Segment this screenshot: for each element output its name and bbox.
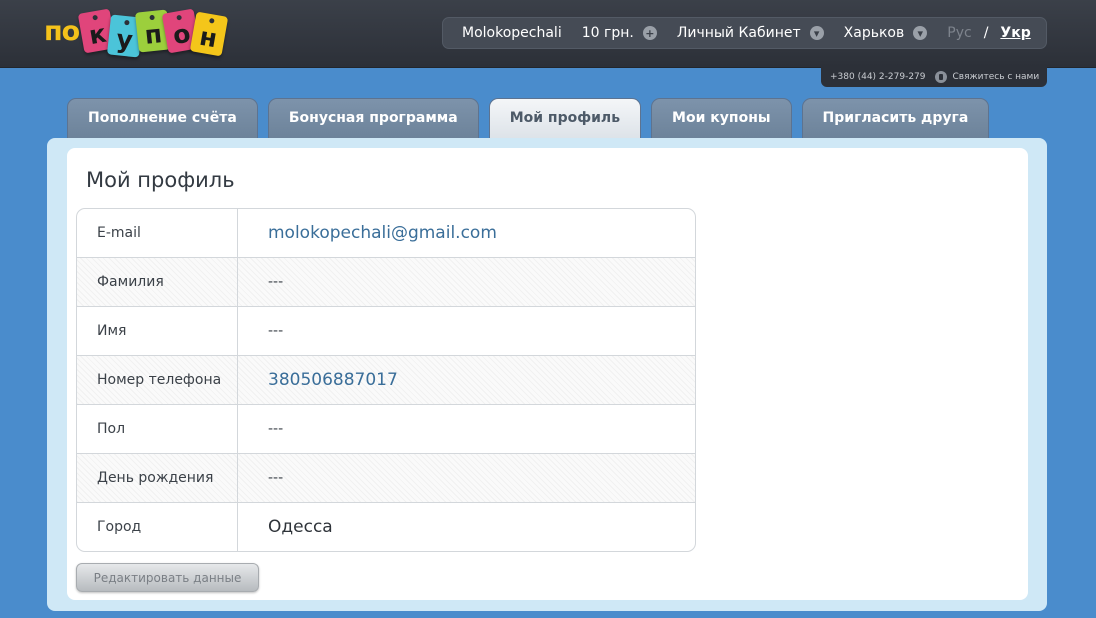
field-label: Пол — [77, 405, 238, 453]
email-value[interactable]: molokopechali@gmail.com — [238, 209, 695, 257]
table-row: Пол --- — [77, 405, 695, 454]
city-label: Харьков — [843, 25, 905, 41]
profile-table: E-mail molokopechali@gmail.com Фамилия -… — [76, 208, 696, 552]
phone-value[interactable]: 380506887017 — [238, 356, 695, 404]
table-row: День рождения --- — [77, 454, 695, 503]
tab-coupons[interactable]: Мои купоны — [651, 98, 792, 140]
account-tabs: Пополнение счёта Бонусная программа Мой … — [67, 98, 999, 140]
lang-ua-link[interactable]: Укр — [1000, 25, 1030, 41]
table-row: Номер телефона 380506887017 — [77, 356, 695, 405]
pokupon-logo[interactable]: по к у п о н — [44, 2, 229, 60]
edit-profile-button[interactable]: Редактировать данные — [76, 563, 259, 592]
field-label: Фамилия — [77, 258, 238, 306]
contact-link[interactable]: Свяжитесь с нами — [953, 72, 1040, 82]
city-value: Одесса — [268, 517, 333, 537]
top-bar: по к у п о н Molokopechali 10 грн. + Лич… — [0, 0, 1096, 68]
table-row: Имя --- — [77, 307, 695, 356]
phone-number: +380 (44) 2-279-279 — [830, 72, 926, 82]
balance-value: 10 грн. — [581, 25, 634, 41]
city-dropdown[interactable]: Харьков ▾ — [844, 25, 928, 41]
table-row: Фамилия --- — [77, 258, 695, 307]
field-label: E-mail — [77, 209, 238, 257]
username-link[interactable]: Molokopechali — [462, 25, 562, 41]
tab-top-up[interactable]: Пополнение счёта — [67, 98, 258, 140]
lang-separator: / — [983, 25, 989, 41]
tab-bonus[interactable]: Бонусная программа — [267, 98, 479, 140]
phone-icon — [934, 71, 947, 83]
field-label: Имя — [77, 307, 238, 355]
page-title: Мой профиль — [86, 168, 235, 192]
plus-icon[interactable]: + — [642, 26, 657, 40]
contact-bar: +380 (44) 2-279-279 Свяжитесь с нами — [821, 67, 1047, 87]
surname-value: --- — [268, 274, 284, 290]
birthday-value: --- — [268, 470, 284, 486]
logo-prefix: по — [44, 15, 80, 47]
name-value: --- — [268, 323, 284, 339]
tab-profile[interactable]: Мой профиль — [488, 98, 642, 140]
logo-tag-n: н — [189, 11, 229, 57]
tab-invite[interactable]: Пригласить друга — [801, 98, 990, 140]
field-label: Номер телефона — [77, 356, 238, 404]
field-label: Город — [77, 503, 238, 551]
field-label: День рождения — [77, 454, 238, 502]
gender-value: --- — [268, 421, 284, 437]
cabinet-label: Личный Кабинет — [676, 25, 801, 41]
chevron-down-icon: ▾ — [913, 26, 928, 40]
table-row: E-mail molokopechali@gmail.com — [77, 209, 695, 258]
lang-ru-link[interactable]: Рус — [947, 25, 971, 41]
table-row: Город Одесса — [77, 503, 695, 551]
user-nav: Molokopechali 10 грн. + Личный Кабинет ▾… — [442, 17, 1047, 49]
chevron-down-icon: ▾ — [809, 26, 824, 40]
balance[interactable]: 10 грн. + — [582, 25, 657, 41]
cabinet-dropdown[interactable]: Личный Кабинет ▾ — [677, 25, 824, 41]
